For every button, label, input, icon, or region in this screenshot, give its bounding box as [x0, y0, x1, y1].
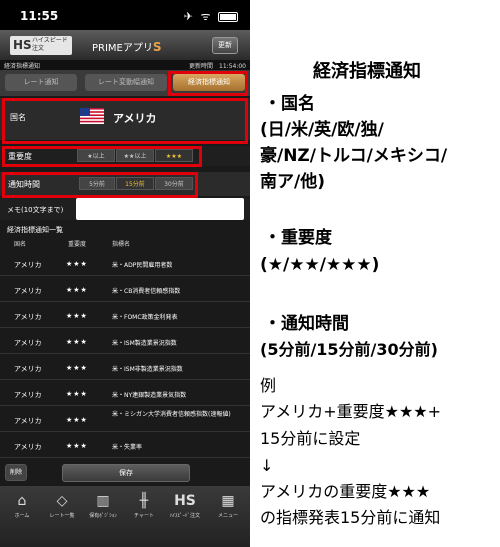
nav-menu[interactable]: ▦ メニュー	[210, 492, 246, 519]
nav-home[interactable]: ⌂ ホーム	[4, 492, 40, 519]
tab-rate-alert[interactable]: レート通知	[5, 74, 77, 91]
list-title: 経済指標通知一覧	[7, 226, 63, 234]
memo-label: メモ(10文字まで)	[7, 206, 64, 214]
bottom-nav: ⌂ ホーム ◇ レート一覧 ▥ 保有ﾎﾟｼﾞｼｮﾝ ╫ チャート HS ﾊｲｽﾋ…	[0, 486, 250, 547]
country-desc-2: 豪/NZ/トルコ/メキシコ/	[260, 146, 448, 166]
country-heading: ・国名	[264, 94, 315, 114]
header-importance: 重要度	[68, 241, 87, 248]
airplane-wifi-icon: ✈ ᯤ	[183, 10, 213, 23]
example-arrow: ↓	[260, 456, 274, 475]
example-line-2: アメリカ+重要度★★★+	[260, 402, 442, 421]
save-button[interactable]: 保存	[62, 464, 190, 482]
memo-row: メモ(10文字まで)	[0, 198, 250, 220]
country-desc-3: 南ア/他)	[260, 172, 325, 192]
list-item[interactable]: アメリカ ★★★ 米・ISM製造業景況指数	[0, 330, 250, 354]
time-heading: ・通知時間	[264, 314, 349, 334]
battery-icon	[218, 12, 238, 22]
nav-chart[interactable]: ╫ チャート	[126, 492, 162, 519]
sub-header: 経済指標通知 更新時間 11:54:00	[0, 60, 250, 70]
home-icon: ⌂	[17, 493, 27, 509]
country-desc-1: (日/米/英/欧/独/	[260, 120, 384, 140]
list-item[interactable]: アメリカ ★★★ 米・ADP民間雇用者数	[0, 252, 250, 276]
action-bar: 削除 保存	[0, 460, 250, 486]
list-item[interactable]: アメリカ ★★★ 米・失業率	[0, 434, 250, 458]
example-line-6: の指標発表15分前に通知	[260, 508, 441, 527]
status-time: 11:55	[20, 9, 59, 23]
header-indicator: 指標名	[112, 241, 131, 248]
example-line-5: アメリカの重要度★★★	[260, 482, 431, 501]
app-title: PRIMEアプリS	[92, 40, 162, 54]
list-item[interactable]: アメリカ ★★★ 米・ISM非製造業景況指数	[0, 356, 250, 380]
menu-icon: ▦	[221, 493, 235, 509]
memo-input[interactable]	[76, 198, 244, 220]
example-label: 例	[260, 376, 277, 395]
app-logo: HS ハイスピード 注文	[10, 36, 72, 55]
list-item[interactable]: アメリカ ★★★ 米・CB消費者信頼感指数	[0, 278, 250, 302]
example-line-3: 15分前に設定	[260, 429, 361, 448]
list-item[interactable]: アメリカ ★★★ 米・NY連銀製造業景気指数	[0, 382, 250, 406]
status-bar: 11:55 ✈ ᯤ	[0, 0, 250, 30]
nav-high-speed-order[interactable]: HS ﾊｲｽﾋﾟｰﾄﾞ注文	[167, 492, 203, 519]
screen-title: 経済指標通知	[4, 63, 41, 70]
highlight-country	[2, 98, 248, 144]
explanation-panel: 経済指標通知 ・国名 (日/米/英/欧/独/ 豪/NZ/トルコ/メキシコ/ 南ア…	[250, 0, 500, 547]
nav-positions[interactable]: ▥ 保有ﾎﾟｼﾞｼｮﾝ	[85, 492, 121, 519]
tab-rate-change-alert[interactable]: レート変動幅通知	[85, 74, 167, 91]
status-icons: ✈ ᯤ	[184, 9, 238, 24]
hs-icon: HS	[174, 493, 196, 509]
update-time: 更新時間 11:54:00	[189, 63, 246, 70]
time-desc: (5分前/15分前/30分前)	[260, 340, 438, 359]
rate-list-icon: ◇	[56, 493, 68, 509]
position-icon: ▥	[96, 493, 110, 509]
highlight-importance	[2, 146, 202, 167]
panel-title: 経済指標通知	[313, 61, 421, 82]
highlight-notify-time	[2, 172, 198, 198]
phone-screen: 11:55 ✈ ᯤ HS ハイスピード 注文 PRIMEアプリS 更新 経済指標…	[0, 0, 250, 547]
nav-rate-list[interactable]: ◇ レート一覧	[44, 492, 80, 519]
delete-button[interactable]: 削除	[5, 464, 27, 481]
importance-desc: (★/★★/★★★)	[260, 255, 380, 275]
app-header: HS ハイスピード 注文 PRIMEアプリS 更新	[0, 30, 250, 60]
refresh-button[interactable]: 更新	[212, 37, 238, 54]
chart-icon: ╫	[139, 493, 149, 509]
importance-heading: ・重要度	[264, 228, 332, 248]
list-item[interactable]: アメリカ ★★★ 米・ミシガン大学消費者信頼感指数(速報値)	[0, 408, 250, 432]
logo-mark: HS	[13, 38, 32, 52]
header-country: 国名	[14, 241, 27, 248]
list-item[interactable]: アメリカ ★★★ 米・FOMC政策金利発表	[0, 304, 250, 328]
highlight-tab	[168, 71, 248, 96]
logo-text: ハイスピード 注文	[32, 37, 68, 52]
list-header: 国名 重要度 指標名	[0, 236, 250, 250]
